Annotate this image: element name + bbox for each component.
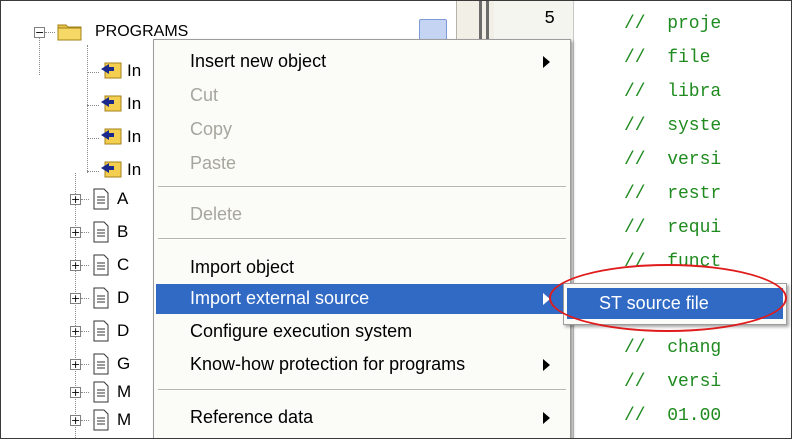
document-icon (93, 254, 109, 276)
expand-icon[interactable]: + (70, 326, 81, 337)
code-line: // requi (624, 218, 722, 238)
menu-item-delete[interactable]: Delete (156, 200, 568, 230)
expand-icon[interactable]: + (70, 260, 81, 271)
menu-item-copy[interactable]: Copy (156, 115, 568, 145)
document-icon (93, 409, 109, 431)
expand-icon[interactable]: + (70, 387, 81, 398)
code-line: // restr (624, 184, 722, 204)
menu-item-import-external-source[interactable]: Import external source (156, 284, 568, 314)
menu-item-paste[interactable]: Paste (156, 149, 568, 179)
document-icon (93, 188, 109, 210)
annotation-ellipse (549, 264, 787, 332)
menu-item-insert-new-object[interactable]: Insert new object (156, 47, 568, 77)
line-number: 5 (544, 9, 555, 29)
new-object-icon (101, 128, 122, 145)
code-line: // 01.00 (624, 406, 722, 426)
collapse-icon[interactable]: − (34, 27, 45, 38)
folder-icon (57, 24, 82, 41)
code-line: // versi (624, 372, 722, 392)
submenu-arrow-icon (543, 412, 550, 424)
document-icon (93, 287, 109, 309)
code-line: // chang (624, 338, 722, 358)
submenu-arrow-icon (543, 56, 550, 68)
menu-separator (158, 238, 566, 240)
code-line: // libra (624, 82, 722, 102)
expand-icon[interactable]: + (70, 415, 81, 426)
menu-item-cut[interactable]: Cut (156, 81, 568, 111)
menu-item-reference-data[interactable]: Reference data (156, 403, 568, 433)
submenu-arrow-icon (543, 359, 550, 371)
code-line: // syste (624, 116, 722, 136)
menu-separator (158, 389, 566, 391)
document-icon (93, 381, 109, 403)
menu-item-know-how-protection[interactable]: Know-how protection for programs (156, 350, 568, 380)
code-line: // proje (624, 14, 722, 34)
context-menu: Insert new object Cut Copy Paste Delete … (153, 39, 571, 438)
code-line: // versi (624, 150, 722, 170)
code-line: // file (624, 48, 722, 68)
new-object-icon (101, 62, 122, 79)
document-icon (93, 353, 109, 375)
expand-icon[interactable]: + (70, 227, 81, 238)
expand-icon[interactable]: + (70, 194, 81, 205)
expand-icon[interactable]: + (70, 359, 81, 370)
menu-item-import-object[interactable]: Import object (156, 253, 568, 283)
window: − PROGRAMS In In In In + A + B + C + D +… (0, 0, 792, 439)
document-icon (93, 320, 109, 342)
expand-icon[interactable]: + (70, 293, 81, 304)
new-object-icon (101, 95, 122, 112)
new-object-icon (101, 161, 122, 178)
document-icon (93, 221, 109, 243)
menu-separator (158, 186, 566, 188)
menu-item-configure-execution-system[interactable]: Configure execution system (156, 317, 568, 347)
